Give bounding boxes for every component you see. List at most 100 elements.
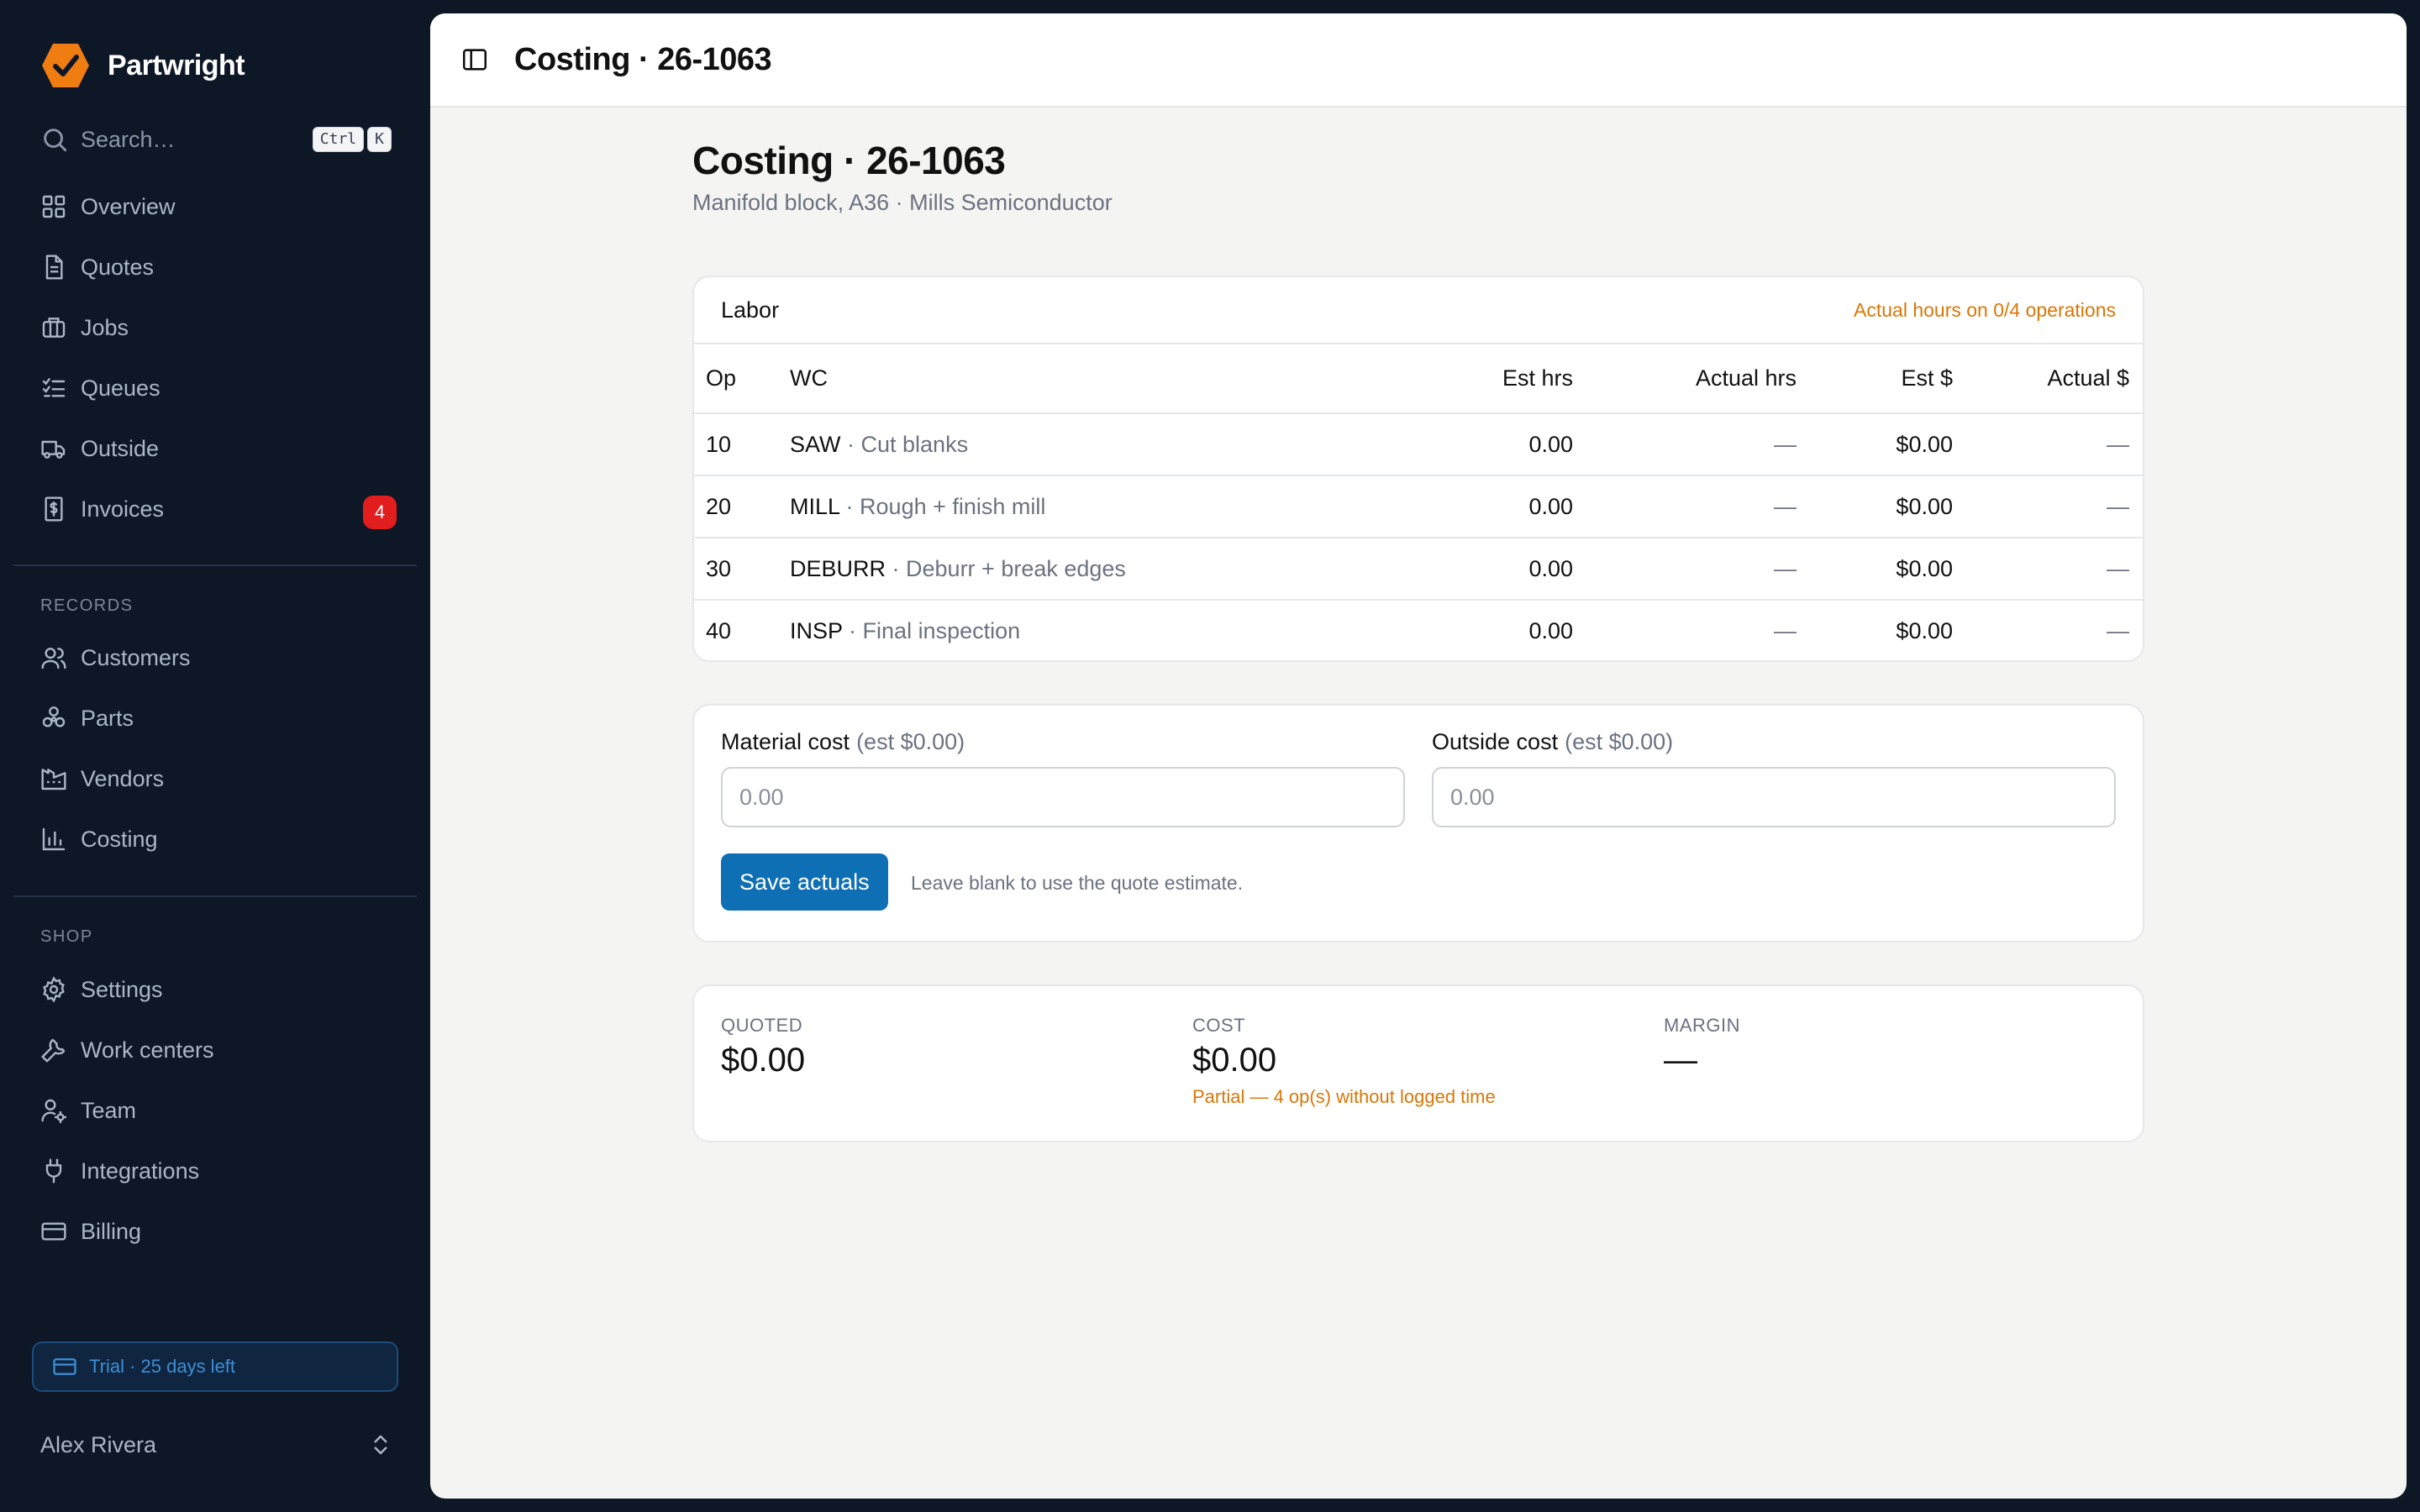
sidebar-item-integrations[interactable]: Integrations	[0, 1141, 430, 1201]
truck-icon	[41, 440, 66, 459]
topbar: Costing · 26-1063	[430, 13, 2407, 108]
sidebar-item-label: Costing	[81, 826, 158, 852]
labor-title: Labor	[721, 297, 780, 323]
briefcase-icon	[42, 318, 66, 338]
outside-cost-estimate: (est $0.00)	[1565, 729, 1674, 754]
trial-banner[interactable]: Trial · 25 days left	[32, 1341, 398, 1392]
topbar-title: Costing · 26-1063	[514, 41, 772, 77]
document-icon	[45, 255, 63, 280]
nav-main: Overview Quotes Jobs Queues Outside Invo…	[0, 176, 430, 539]
op-number: 20	[694, 475, 790, 538]
summary-margin: MARGIN —	[1664, 1015, 1740, 1079]
material-cost-estimate: (est $0.00)	[856, 729, 965, 754]
sidebar-item-label: Billing	[81, 1218, 142, 1244]
nav-shop: Settings Work centers Team Integrations …	[0, 959, 430, 1262]
sidebar-item-label: Integrations	[81, 1158, 200, 1184]
labor-header: Labor Actual hours on 0/4 operations	[694, 277, 2143, 344]
outside-cost-label: Outside cost (est $0.00)	[1432, 729, 2116, 755]
actual-hours: —	[1573, 413, 1797, 476]
work-center-cell: DEBURR · Deburr + break edges	[790, 538, 1388, 601]
sidebar-item-label: Customers	[81, 644, 191, 670]
trial-label: Trial · 25 days left	[89, 1356, 236, 1377]
actual-cost: —	[1953, 413, 2143, 476]
sidebar-item-billing[interactable]: Billing	[0, 1201, 430, 1262]
work-center-cell: MILL · Rough + finish mill	[790, 475, 1388, 538]
user-name: Alex Rivera	[40, 1431, 157, 1457]
invoices-count-badge: 4	[363, 496, 397, 529]
parts-icon	[42, 706, 66, 727]
main-panel: Costing · 26-1063 Costing · 26-1063 Mani…	[430, 13, 2407, 1499]
sidebar-item-work-centers[interactable]: Work centers	[0, 1020, 430, 1080]
work-center-cell: SAW · Cut blanks	[790, 413, 1388, 476]
column-header-est-cost[interactable]: Est $	[1797, 344, 1953, 414]
sidebar-item-parts[interactable]: Parts	[0, 688, 430, 748]
sidebar-item-queues[interactable]: Queues	[0, 358, 430, 418]
page-subtitle: Manifold block, A36 · Mills Semiconducto…	[692, 190, 1113, 215]
save-actuals-button[interactable]: Save actuals	[721, 853, 888, 911]
actual-hours: —	[1573, 538, 1797, 601]
column-header-wc[interactable]: WC	[790, 344, 1388, 414]
table-row[interactable]: 30 DEBURR · Deburr + break edges 0.00 — …	[694, 538, 2143, 601]
brand[interactable]: Partwright	[40, 40, 245, 91]
content: Costing · 26-1063 Manifold block, A36 · …	[692, 138, 2144, 1142]
nav-records: Customers Parts Vendors Costing	[0, 627, 430, 869]
sidebar-item-team[interactable]: Team	[0, 1080, 430, 1141]
wrench-icon	[41, 1038, 66, 1063]
section-label-records: RECORDS	[40, 596, 134, 615]
sidebar-item-overview[interactable]: Overview	[0, 176, 430, 237]
labor-status: Actual hours on 0/4 operations	[1854, 298, 2116, 321]
sidebar-divider	[13, 564, 417, 566]
actual-hours: —	[1573, 475, 1797, 538]
actual-costs-card: Material cost(est $0.00) Outside cost(es…	[692, 704, 2144, 942]
op-number: 10	[694, 413, 790, 476]
summary-card: QUOTED $0.00 COST $0.00 Partial — 4 op(s…	[692, 984, 2144, 1142]
user-menu[interactable]: Alex Rivera	[40, 1428, 393, 1462]
margin-value: —	[1664, 1042, 1697, 1079]
labor-card: Labor Actual hours on 0/4 operations Op …	[692, 276, 2144, 662]
operation-description: · Final inspection	[849, 618, 1021, 643]
sidebar-item-customers[interactable]: Customers	[0, 627, 430, 688]
work-center-code: MILL	[790, 493, 840, 519]
sidebar-item-label: Settings	[81, 976, 163, 1002]
est-hours: 0.00	[1528, 618, 1573, 643]
user-gear-icon	[41, 1099, 67, 1124]
outside-cost-input[interactable]	[1432, 767, 2116, 827]
sidebar-item-label: Overview	[81, 193, 176, 219]
sidebar-item-quotes[interactable]: Quotes	[0, 237, 430, 297]
bar-chart-icon	[42, 827, 66, 851]
cost-value: $0.00	[1192, 1042, 1277, 1079]
op-number: 30	[694, 538, 790, 601]
column-header-actual-hrs[interactable]: Actual hrs	[1573, 344, 1797, 414]
sidebar-item-vendors[interactable]: Vendors	[0, 748, 430, 809]
sidebar-item-outside[interactable]: Outside	[0, 418, 430, 479]
sidebar-item-label: Vendors	[81, 765, 165, 791]
est-cost: $0.00	[1797, 475, 1953, 538]
table-row[interactable]: 20 MILL · Rough + finish mill 0.00 — $0.…	[694, 475, 2143, 538]
material-cost-input[interactable]	[721, 767, 1405, 827]
search-input[interactable]: Search…	[81, 127, 309, 153]
sidebar-divider	[13, 895, 417, 897]
work-center-cell: INSP · Final inspection	[790, 600, 1388, 662]
margin-label: MARGIN	[1664, 1015, 1740, 1036]
labor-table: Op WC Est hrs Actual hrs Est $ Actual $ …	[694, 344, 2143, 662]
sidebar-item-costing[interactable]: Costing	[0, 809, 430, 869]
sidebar-item-invoices[interactable]: Invoices 4	[0, 479, 430, 539]
column-header-actual-cost[interactable]: Actual $	[1953, 344, 2143, 414]
sidebar-item-jobs[interactable]: Jobs	[0, 297, 430, 358]
factory-icon	[41, 769, 66, 790]
plug-icon	[45, 1158, 62, 1184]
operation-description: · Cut blanks	[847, 431, 969, 457]
est-hours: 0.00	[1388, 475, 1573, 538]
table-row[interactable]: 10 SAW · Cut blanks 0.00 — $0.00 —	[694, 413, 2143, 476]
search-box[interactable]: Search… Ctrl K	[40, 123, 392, 156]
est-cost: $0.00	[1797, 538, 1953, 601]
outside-cost-field: Outside cost (est $0.00)	[1432, 729, 2116, 827]
est-cost: $0.00	[1797, 413, 1953, 476]
column-header-op[interactable]: Op	[694, 344, 790, 414]
actual-cost: —	[2107, 618, 2129, 643]
actual-hours: —	[1774, 618, 1797, 643]
sidebar-item-settings[interactable]: Settings	[0, 959, 430, 1020]
column-header-est-hrs[interactable]: Est hrs	[1388, 344, 1573, 414]
table-row[interactable]: 40 INSP · Final inspection 0.00 — $0.00 …	[694, 600, 2143, 662]
sidebar-toggle-icon[interactable]	[460, 45, 489, 74]
